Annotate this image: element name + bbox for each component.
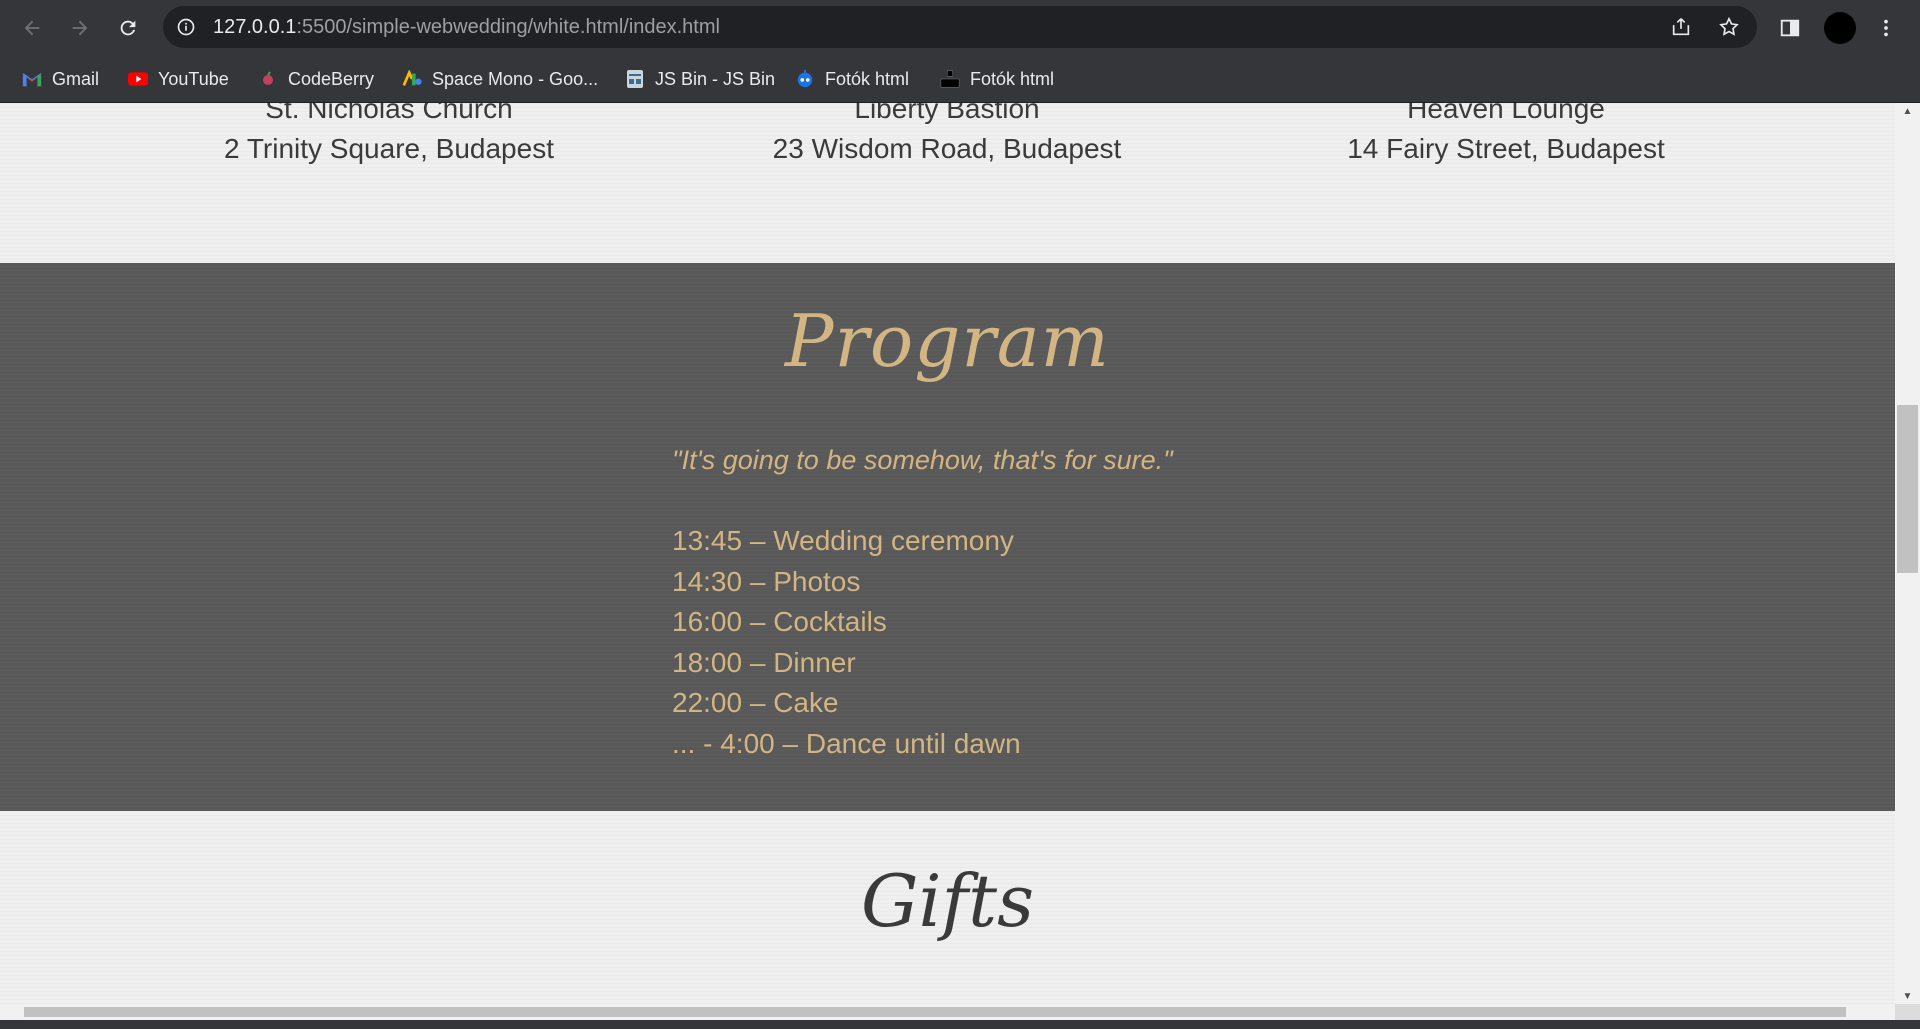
star-icon[interactable] [1717, 15, 1741, 39]
schedule-item: 18:00 – Dinner [672, 646, 856, 678]
bookmark-space-mono[interactable]: Space Mono - Goo... [402, 64, 598, 94]
bookmark-label: Gmail [52, 68, 100, 89]
bookmark-fotok-html-1[interactable]: Fotók html [795, 64, 909, 94]
bookmark-label: YouTube [158, 68, 229, 89]
horizontal-scrollbar[interactable] [0, 1004, 1895, 1020]
url-path: :5500/simple-webwedding/white.html/index… [296, 16, 720, 38]
venue-name: Heaven Lounge [1407, 103, 1605, 124]
arrow-left-icon [24, 20, 40, 36]
page-viewport: St. Nicholas Church 2 Trinity Square, Bu… [0, 103, 1895, 1004]
side-panel-icon[interactable] [1774, 12, 1806, 44]
scrollbar-corner [1895, 1004, 1920, 1020]
reload-button[interactable] [112, 12, 144, 44]
more-menu-icon[interactable] [1870, 12, 1902, 44]
url-text[interactable]: 127.0.0.1:5500/simple-webwedding/white.h… [213, 6, 720, 48]
browser-toolbar: 127.0.0.1:5500/simple-webwedding/white.h… [0, 0, 1920, 56]
url-host: 127.0.0.1 [213, 16, 297, 38]
scroll-down-icon[interactable]: ▼ [1895, 988, 1920, 1004]
venue-name: Liberty Bastion [854, 103, 1040, 124]
venue-bastion: Liberty Bastion 23 Wisdom Road, Budapest [667, 103, 1227, 169]
venue-lounge: Heaven Lounge 14 Fairy Street, Budapest [1226, 103, 1786, 169]
venue-address: 14 Fairy Street, Budapest [1347, 133, 1665, 164]
arrow-right-icon [72, 20, 88, 36]
venue-church: St. Nicholas Church 2 Trinity Square, Bu… [109, 103, 669, 169]
venue-address: 23 Wisdom Road, Budapest [772, 133, 1122, 164]
program-title: Program [785, 299, 1110, 383]
schedule-item: 14:30 – Photos [672, 565, 861, 597]
vertical-scrollbar[interactable]: ▲ ▼ [1895, 103, 1920, 1004]
window-bottom-edge [0, 1020, 1920, 1029]
horizontal-scroll-thumb[interactable] [24, 1007, 1846, 1017]
bookmark-youtube[interactable]: YouTube [128, 64, 229, 94]
bookmark-codeberry[interactable]: CodeBerry [258, 64, 374, 94]
address-bar[interactable]: 127.0.0.1:5500/simple-webwedding/white.h… [163, 6, 1757, 48]
vertical-scroll-thumb[interactable] [1897, 405, 1918, 573]
program-section: Program "It's going to be somehow, that'… [0, 263, 1895, 811]
schedule-item: 13:45 – Wedding ceremony [672, 525, 1014, 556]
venue-name: St. Nicholas Church [265, 103, 513, 124]
bookmark-jsbin[interactable]: JS Bin - JS Bin [625, 64, 775, 94]
bookmark-label: Fotók html [825, 68, 910, 89]
jsbin-icon [625, 69, 645, 89]
bookmark-fotok-html-2[interactable]: Fotók html [940, 64, 1054, 94]
bookmark-gmail[interactable]: Gmail [22, 64, 99, 94]
back-button[interactable] [16, 12, 48, 44]
gifts-title: Gifts [860, 859, 1035, 943]
bookmark-label: Fotók html [970, 68, 1055, 89]
forward-button[interactable] [64, 12, 96, 44]
gmail-icon [22, 69, 42, 89]
bookmark-label: Space Mono - Goo... [432, 68, 599, 89]
bookmark-label: CodeBerry [288, 68, 375, 89]
blocks-icon [940, 69, 960, 89]
bookmark-label: JS Bin - JS Bin [655, 68, 776, 89]
program-schedule: 13:45 – Wedding ceremony 14:30 – Photos … [672, 521, 1021, 765]
reload-icon [120, 20, 136, 36]
google-fonts-icon [402, 69, 422, 89]
codeberry-icon [258, 69, 278, 89]
venue-address: 2 Trinity Square, Budapest [224, 133, 554, 164]
schedule-item: ... - 4:00 – Dance until dawn [672, 727, 1021, 759]
info-icon[interactable] [175, 16, 197, 38]
venues-section: St. Nicholas Church 2 Trinity Square, Bu… [0, 103, 1895, 263]
share-icon[interactable] [1669, 15, 1693, 39]
program-quote: "It's going to be somehow, that's for su… [672, 445, 1173, 475]
robot-icon [795, 69, 815, 89]
bookmarks-bar: Gmail YouTube CodeBerry Space Mono - Goo… [0, 56, 1920, 103]
youtube-icon [128, 69, 148, 89]
profile-avatar[interactable] [1824, 12, 1856, 44]
schedule-item: 22:00 – Cake [672, 687, 839, 719]
schedule-item: 16:00 – Cocktails [672, 606, 887, 638]
scroll-up-icon[interactable]: ▲ [1895, 103, 1920, 119]
